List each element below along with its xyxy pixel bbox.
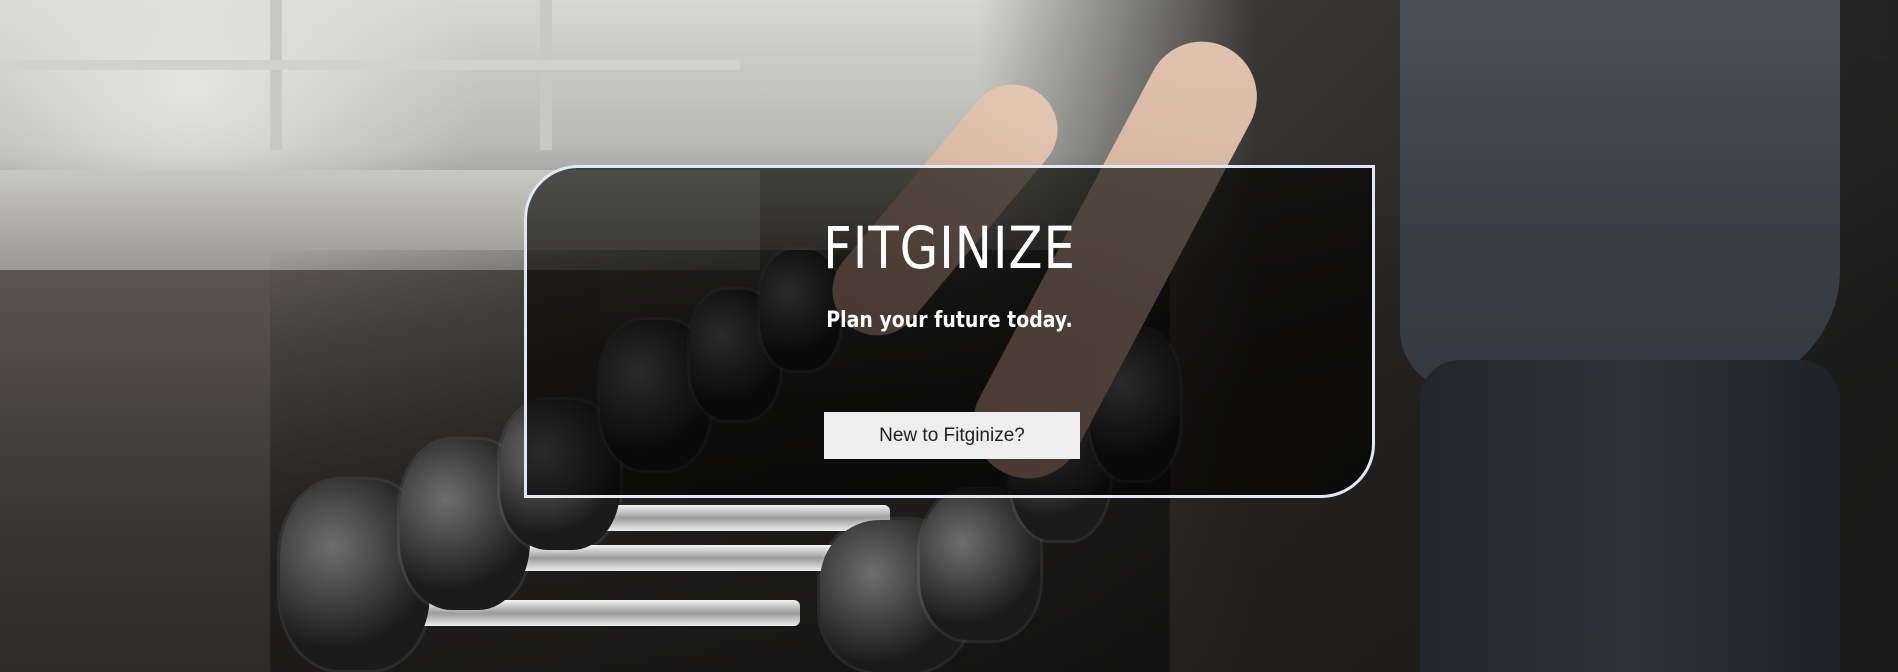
hero-card: FITGINIZE Plan your future today. New to… [524,165,1375,498]
window [0,0,740,176]
person-shirt [1400,0,1840,390]
hero-section: FITGINIZE Plan your future today. New to… [0,0,1898,672]
person-legs [1420,360,1840,672]
hero-tagline: Plan your future today. [826,308,1073,333]
brand-title: FITGINIZE [823,214,1076,282]
new-to-fitginize-button[interactable]: New to Fitginize? [824,412,1080,459]
window-mullion [270,0,282,150]
window-mullion [540,0,552,150]
window-rail [0,60,740,70]
